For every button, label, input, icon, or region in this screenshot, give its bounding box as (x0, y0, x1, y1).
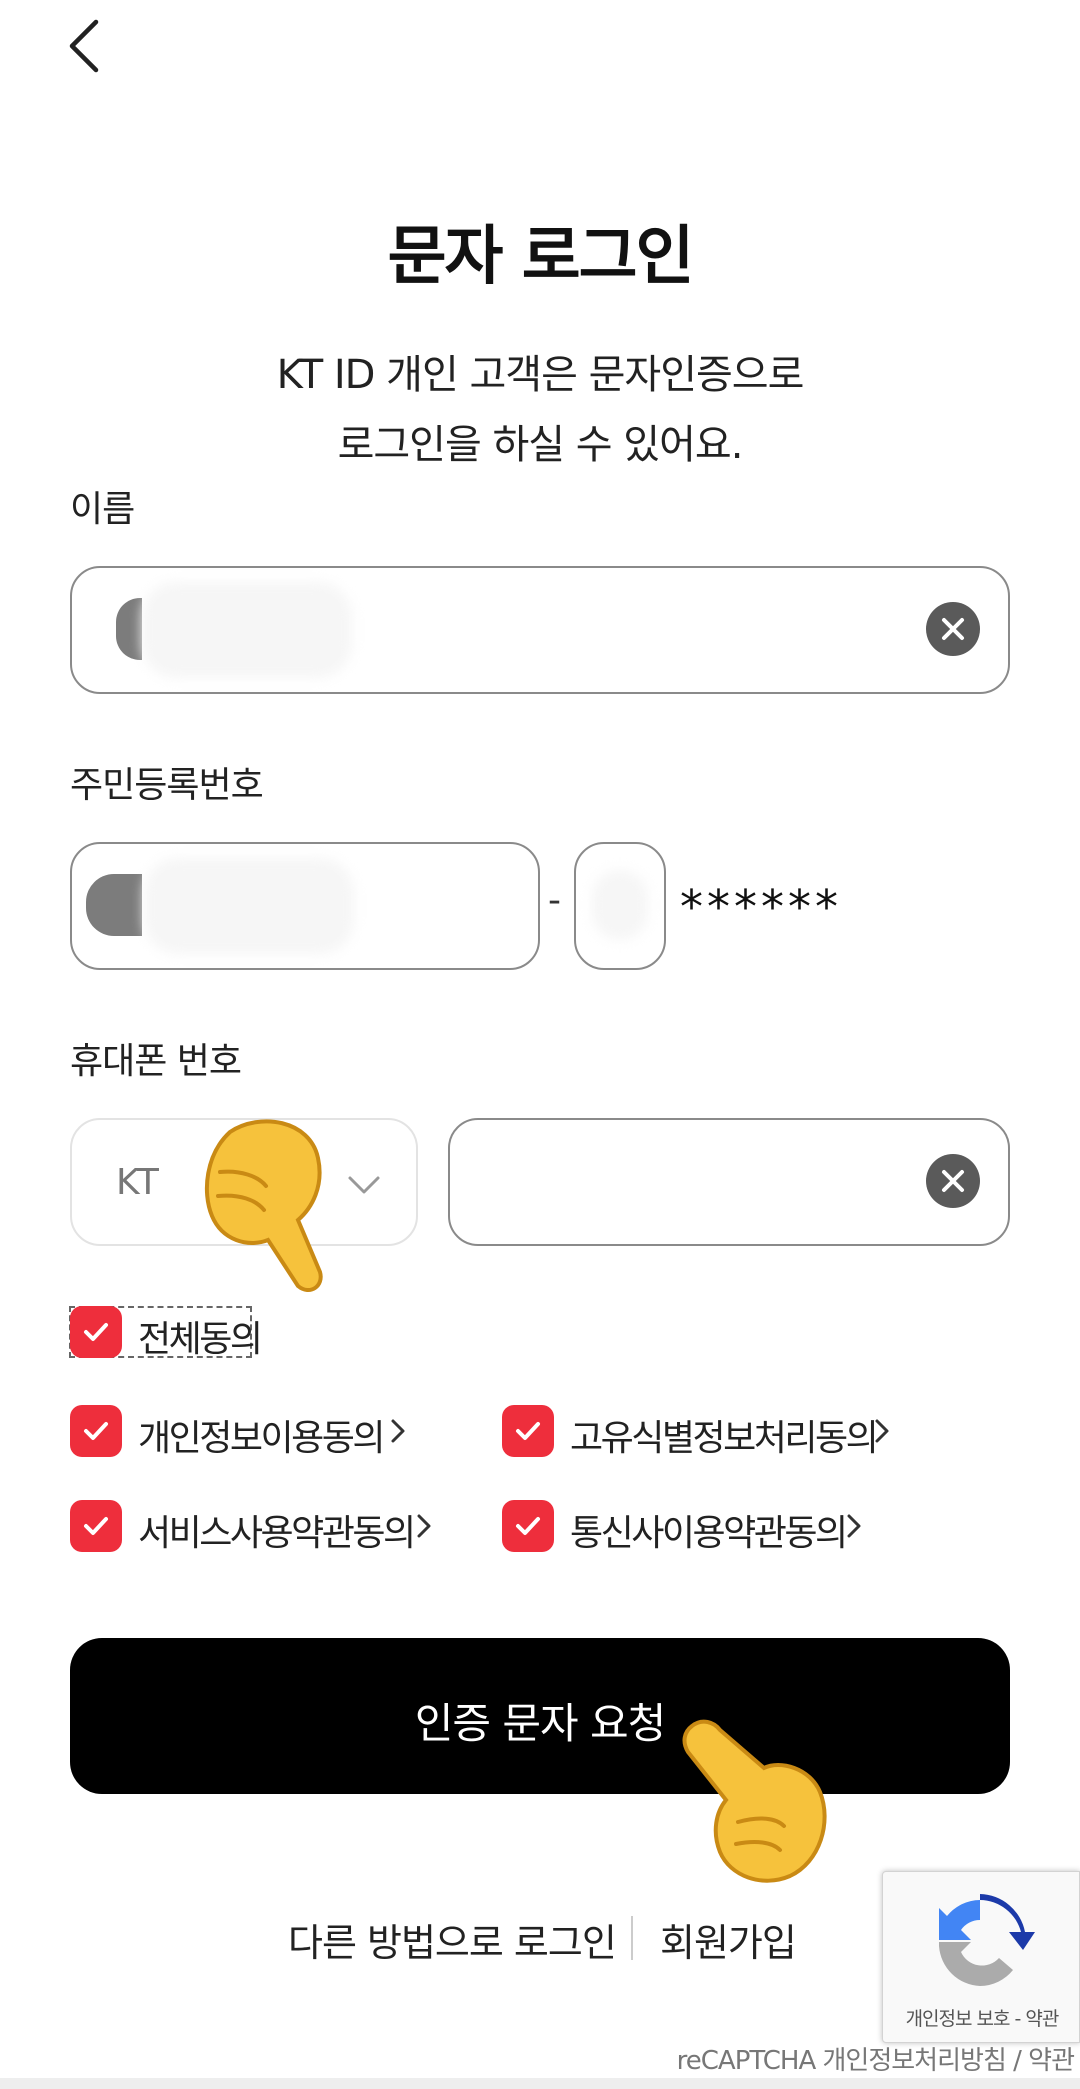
agree-privacy-checkbox[interactable] (70, 1405, 122, 1457)
name-value-partial (116, 598, 142, 660)
resident-back-first-input[interactable] (574, 842, 666, 970)
recaptcha-logo-icon (939, 1894, 1035, 1986)
resident-back-redacted (592, 870, 648, 940)
agree-all-label[interactable]: 전체동의 (138, 1310, 263, 1362)
agree-privacy-label[interactable]: 개인정보이용동의 (138, 1409, 385, 1461)
recaptcha-badge-text[interactable]: 개인정보 보호 - 약관 (883, 2004, 1080, 2031)
pointing-hand-icon (204, 1119, 323, 1292)
name-label: 이름 (70, 489, 135, 530)
other-login-link[interactable]: 다른 방법으로 로그인 (288, 1912, 617, 1967)
chevron-right-icon[interactable] (412, 1510, 436, 1542)
carrier-selected-value: KT (116, 1162, 159, 1203)
phone-number-input[interactable] (448, 1118, 1010, 1246)
agree-carrier-terms-checkbox[interactable] (502, 1500, 554, 1552)
signup-link[interactable]: 회원가입 (660, 1912, 797, 1967)
close-icon (942, 1170, 964, 1192)
page-title: 문자 로그인 (387, 220, 695, 294)
close-icon (942, 618, 964, 640)
name-clear-button[interactable] (926, 602, 980, 656)
back-button[interactable] (60, 18, 112, 74)
phone-clear-button[interactable] (926, 1154, 980, 1208)
name-input[interactable] (70, 566, 1010, 694)
resident-value-redacted (144, 858, 354, 954)
checkmark-icon (516, 1517, 540, 1535)
phone-label: 휴대폰 번호 (70, 1041, 242, 1082)
chevron-right-icon[interactable] (386, 1415, 410, 1447)
resident-masked-digits: ****** (680, 880, 842, 934)
chevron-left-icon (69, 19, 99, 73)
agree-service-terms-checkbox[interactable] (70, 1500, 122, 1552)
checkmark-icon (84, 1517, 108, 1535)
agree-carrier-terms-label[interactable]: 통신사이용약관동의 (570, 1504, 848, 1556)
resident-label: 주민등록번호 (70, 765, 264, 806)
agree-all-checkbox[interactable] (70, 1306, 122, 1358)
name-value-redacted (142, 582, 352, 678)
chevron-down-icon (348, 1176, 380, 1194)
checkmark-icon (84, 1422, 108, 1440)
subtitle-line: KT ID 개인 고객은 문자인증으로 (276, 352, 805, 398)
resident-value-partial (86, 874, 142, 936)
request-sms-button[interactable]: 인증 문자 요청 (70, 1638, 1010, 1794)
chevron-right-icon[interactable] (870, 1415, 894, 1447)
agree-unique-id-label[interactable]: 고유식별정보처리동의 (570, 1409, 879, 1461)
bottom-bar (0, 2078, 1080, 2089)
recaptcha-footer[interactable]: reCAPTCHA 개인정보처리방침 / 약관 (677, 2040, 1075, 2077)
link-divider (631, 1916, 633, 1960)
page-subtitle: KT ID 개인 고객은 문자인증으로 로그인을 하실 수 있어요. (0, 340, 1080, 480)
recaptcha-badge[interactable]: 개인정보 보호 - 약관 (882, 1871, 1080, 2043)
resident-front-input[interactable] (70, 842, 540, 970)
subtitle-line: 로그인을 하실 수 있어요. (337, 422, 744, 468)
agree-unique-id-checkbox[interactable] (502, 1405, 554, 1457)
checkmark-icon (84, 1323, 108, 1341)
chevron-right-icon[interactable] (842, 1510, 866, 1542)
checkmark-icon (516, 1422, 540, 1440)
agree-service-terms-label[interactable]: 서비스사용약관동의 (138, 1504, 416, 1556)
request-sms-label: 인증 문자 요청 (414, 1699, 667, 1748)
resident-separator: - (548, 880, 561, 921)
pointing-hand-icon (682, 1719, 827, 1883)
